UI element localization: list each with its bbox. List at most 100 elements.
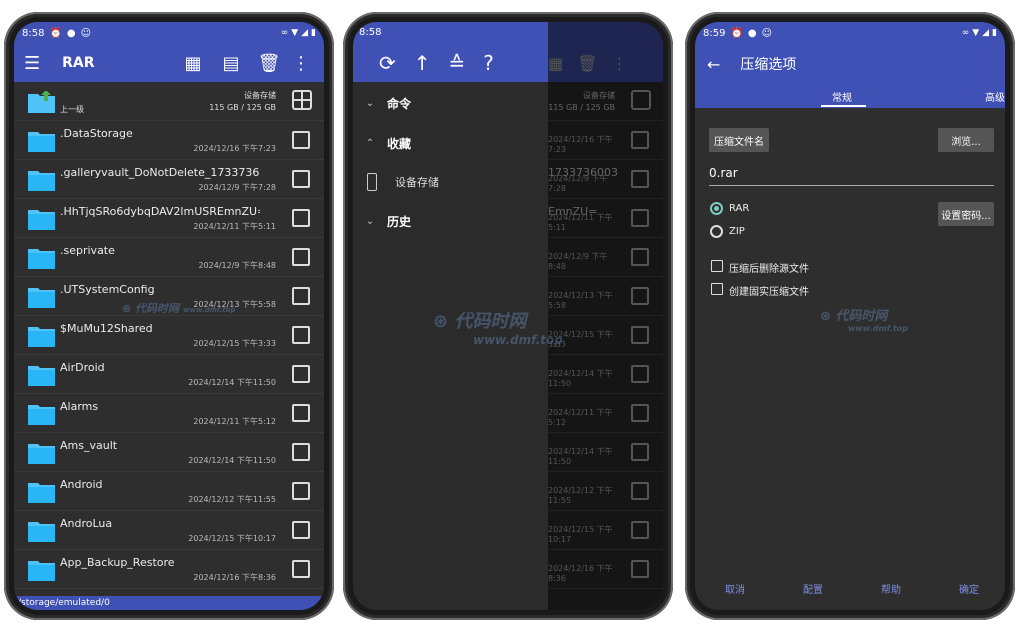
help-icon[interactable]: ? xyxy=(483,51,494,75)
file-row[interactable]: .galleryvault_DoNotDelete_1733736003 2024… xyxy=(14,160,324,199)
file-checkbox[interactable] xyxy=(292,287,310,305)
drawer-history[interactable]: ⌄ 历史 xyxy=(353,201,548,241)
drawer-commands[interactable]: ⌄ 命令 xyxy=(353,83,548,123)
app-title: RAR xyxy=(62,55,95,71)
bg-file-row: 2024/12/13 下午5:58 xyxy=(548,277,663,316)
drawer-favorites[interactable]: ⌃ 收藏 xyxy=(353,123,548,163)
watermark-url: www.dmf.top xyxy=(848,324,908,333)
file-checkbox[interactable] xyxy=(292,404,310,422)
up-row[interactable]: 上一级 设备存储 115 GB / 125 GB xyxy=(14,82,324,121)
file-row[interactable]: .seprivate 2024/12/9 下午8:48 xyxy=(14,238,324,277)
folder-icon xyxy=(28,483,55,503)
bg-file-date: 2024/12/16 下午7:23 xyxy=(548,135,613,154)
bg-file-checkbox xyxy=(631,482,649,500)
file-checkbox[interactable] xyxy=(292,482,310,500)
file-row[interactable]: .DataStorage 2024/12/16 下午7:23 xyxy=(14,121,324,160)
storage-title: 设备存储 xyxy=(244,91,276,100)
file-name: Ams_vault xyxy=(60,439,118,452)
bg-file-date: 2024/12/16 下午8:36 xyxy=(548,564,613,583)
tab-general[interactable]: 常规 xyxy=(832,89,852,104)
chevron-down-icon: ⌄ xyxy=(365,215,375,227)
dialog-title: 压缩选项 xyxy=(740,57,797,73)
file-row[interactable]: Ams_vault 2024/12/14 下午11:50 xyxy=(14,433,324,472)
file-checkbox[interactable] xyxy=(292,209,310,227)
bg-file-date: 2024/12/14 下午11:50 xyxy=(548,369,613,388)
drawer-device-storage[interactable]: 设备存储 xyxy=(353,163,548,201)
file-name: .seprivate xyxy=(60,244,115,257)
file-checkbox[interactable] xyxy=(292,521,310,539)
solid-archive-checkbox[interactable] xyxy=(711,283,723,295)
arrow-up-icon[interactable]: ↑ xyxy=(414,51,431,75)
delete-after-checkbox[interactable] xyxy=(711,260,723,272)
folder-icon xyxy=(28,561,55,581)
browse-button[interactable]: 浏览... xyxy=(938,128,994,152)
add-archive-icon[interactable]: ▦ xyxy=(180,50,206,76)
delete-icon[interactable]: 🗑 xyxy=(256,50,282,76)
refresh-icon[interactable]: ⟳ xyxy=(379,51,396,75)
watermark-url: www.dmf.top xyxy=(473,333,563,347)
file-row[interactable]: Android 2024/12/12 下午11:55 xyxy=(14,472,324,511)
tab-advanced[interactable]: 高级 xyxy=(985,89,1005,104)
file-checkbox[interactable] xyxy=(292,170,310,188)
radio-dot xyxy=(714,206,719,211)
help-button[interactable]: 帮助 xyxy=(881,581,901,596)
file-row[interactable]: .HhTjqSRo6dybqDAV2lmUSREmnZU= 2024/12/11 … xyxy=(14,199,324,238)
tab-indicator xyxy=(821,105,866,107)
file-name: Android xyxy=(60,478,103,491)
dimmed-background[interactable]: ▦ 🗑 ⋮ 设备存储 115 GB / 125 GB 2024/12/16 下午7:… xyxy=(548,22,663,610)
shield-icon: ● xyxy=(66,27,76,39)
battery-icon: ▮ xyxy=(311,28,316,38)
folder-icon xyxy=(28,522,55,542)
file-row[interactable]: $MuMu12Shared 2024/12/15 下午3:33 xyxy=(14,316,324,355)
more-icon[interactable]: ⋮ xyxy=(288,50,314,76)
file-checkbox[interactable] xyxy=(292,365,310,383)
device-storage-label: 设备存储 xyxy=(395,176,439,189)
file-checkbox[interactable] xyxy=(292,248,310,266)
bg-file-checkbox xyxy=(631,170,649,188)
profiles-button[interactable]: 配置 xyxy=(803,581,823,596)
tab-bar: 常规 高级 xyxy=(695,84,1005,108)
watermark: ⊛ 代码时网 www.dmf.top xyxy=(122,300,235,316)
file-row[interactable]: Alarms 2024/12/11 下午5:12 xyxy=(14,394,324,433)
bg-file-date: 2024/12/14 下午11:50 xyxy=(548,447,613,466)
archive-name-input[interactable]: 0.rar xyxy=(709,166,994,186)
file-row[interactable]: AndroLua 2024/12/15 下午10:17 xyxy=(14,511,324,550)
folder-up-icon xyxy=(28,91,55,113)
back-arrow-icon[interactable]: ← xyxy=(707,55,720,74)
file-checkbox[interactable] xyxy=(292,560,310,578)
history-label: 历史 xyxy=(387,214,412,229)
bg-file-row: 2024/12/14 下午11:50 xyxy=(548,433,663,472)
file-checkbox[interactable] xyxy=(292,131,310,149)
file-name: .DataStorage xyxy=(60,127,133,140)
archive-name-button[interactable]: 压缩文件名 xyxy=(709,128,769,152)
phone-icon xyxy=(367,173,377,191)
bg-file-checkbox xyxy=(631,560,649,578)
path-bar: /storage/emulated/0 xyxy=(14,596,324,610)
wifi-icon: ▼ xyxy=(291,28,299,38)
app-icon: ☺ xyxy=(761,27,773,39)
chevron-down-icon: ⌄ xyxy=(365,97,375,109)
cancel-button[interactable]: 取消 xyxy=(725,581,745,596)
menu-icon[interactable]: ☰ xyxy=(24,53,40,74)
shield-icon: ● xyxy=(747,27,757,39)
file-date: 2024/12/11 下午5:12 xyxy=(193,417,276,426)
folder-icon xyxy=(28,327,55,347)
file-row[interactable]: App_Backup_Restore 2024/12/16 下午8:36 xyxy=(14,550,324,589)
file-name: .UTSystemConfig xyxy=(60,283,155,296)
collapse-icon[interactable]: ≙ xyxy=(449,51,466,75)
watermark-url: www.dmf.top xyxy=(183,306,236,314)
set-password-button[interactable]: 设置密码... xyxy=(938,202,994,226)
file-row[interactable]: AirDroid 2024/12/14 下午11:50 xyxy=(14,355,324,394)
ok-button[interactable]: 确定 xyxy=(959,581,979,596)
zip-radio[interactable] xyxy=(710,225,723,238)
extract-icon[interactable]: ▤ xyxy=(218,50,244,76)
phone-3: 8:59 ⏰ ● ☺ ∞ ▼ ◢ ▮ ← 压缩选项 常规 高级 压缩文件名 浏览... 0.… xyxy=(685,12,1015,620)
rar-radio[interactable] xyxy=(710,202,723,215)
watermark: ⊛ 代码时网 www.dmf.top xyxy=(820,305,908,333)
rar-label: RAR xyxy=(729,203,750,214)
grid-view-icon[interactable] xyxy=(292,90,312,110)
watermark-text: 代码时网 xyxy=(835,309,888,324)
file-checkbox[interactable] xyxy=(292,326,310,344)
file-name: $MuMu12Shared xyxy=(60,322,153,335)
file-checkbox[interactable] xyxy=(292,443,310,461)
